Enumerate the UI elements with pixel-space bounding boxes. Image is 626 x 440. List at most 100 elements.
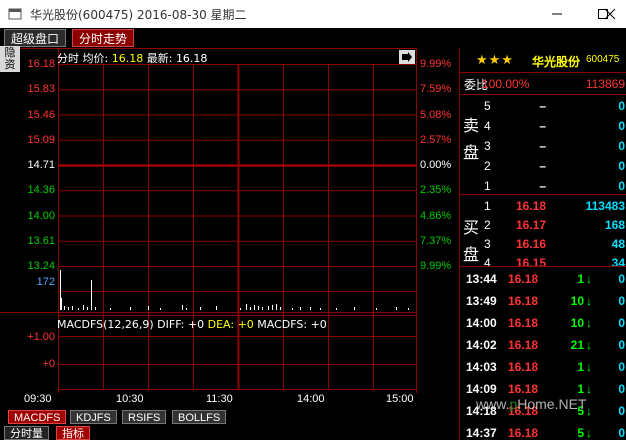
latest-price-label: 最新: — [146, 52, 173, 65]
latest-price-value: 16.18 — [175, 52, 208, 65]
trade-tick-row[interactable]: 14:03 16.18 1 ↓ 0 — [460, 356, 626, 378]
tick-time: 14:02 — [466, 338, 497, 352]
tab-timeshare-trend[interactable]: 分时走势 — [72, 29, 135, 47]
down-arrow-icon: ↓ — [586, 426, 592, 440]
percent-axis-label: 9.99% — [420, 58, 452, 70]
tick-count: 0 — [618, 426, 625, 440]
order-volume: 0 — [618, 139, 625, 153]
sell-order-row[interactable]: 3 – 0 — [460, 136, 626, 156]
percent-axis-label: 4.86% — [420, 209, 452, 222]
order-level: 1 — [484, 179, 491, 193]
tick-count: 0 — [618, 360, 625, 374]
macd-y-label-0: +0 — [42, 358, 55, 370]
order-book-panel: ★★★ 华光股份 600475 委比 100.00% 113869 卖 盘 5–… — [459, 48, 626, 440]
tab-kdjfs[interactable]: KDJFS — [70, 410, 117, 424]
price-axis-label: 13.24 — [27, 260, 55, 272]
trade-tick-row[interactable]: 14:00 16.18 10 ↓ 0 — [460, 312, 626, 334]
macd-y-label-1: +1.00 — [27, 331, 55, 343]
minimize-button[interactable] — [534, 0, 580, 28]
chart-mode-label: 分时 — [57, 52, 79, 65]
tab-macdfs[interactable]: MACDFS — [8, 410, 67, 424]
order-level: 3 — [484, 237, 491, 251]
tick-price: 16.18 — [508, 382, 539, 396]
window-title: 华光股份(600475) 2016-08-30 星期二 — [30, 8, 247, 22]
tick-volume: 5 — [577, 426, 584, 440]
trade-tick-row[interactable]: 14:02 16.18 21 ↓ 0 — [460, 334, 626, 356]
tick-price: 16.18 — [508, 426, 539, 440]
stock-header: ★★★ 华光股份 600475 — [460, 48, 626, 72]
tick-count: 0 — [618, 316, 625, 330]
close-icon — [604, 8, 616, 20]
sell-order-row[interactable]: 4 – 0 — [460, 116, 626, 136]
trade-tick-row[interactable]: 13:49 16.18 10 ↓ 0 — [460, 290, 626, 312]
tick-count: 0 — [618, 338, 625, 352]
percent-axis-label: 9.99% — [420, 260, 452, 272]
timeshare-chart[interactable] — [0, 48, 459, 410]
order-level: 5 — [484, 99, 491, 113]
order-level: 3 — [484, 139, 491, 153]
price-axis-label: 15.09 — [27, 133, 55, 146]
down-arrow-icon: ↓ — [586, 294, 592, 308]
order-volume: 113483 — [585, 199, 625, 213]
tab-timeshare-volume[interactable]: 分时量 — [4, 426, 49, 440]
price-axis-label: 15.83 — [27, 83, 55, 96]
tick-count: 0 — [618, 382, 625, 396]
tick-volume: 1 — [577, 272, 584, 286]
tick-price: 16.18 — [508, 360, 539, 374]
macd-diff: DIFF: +0 — [157, 318, 205, 331]
tick-time: 13:49 — [466, 294, 497, 308]
avg-price-value: 16.18 — [111, 52, 144, 65]
tick-time: 13:44 — [466, 272, 497, 286]
order-volume: 168 — [604, 218, 625, 232]
tick-time: 14:00 — [466, 316, 497, 330]
top-tab-bar: 超级盘口 分时走势 — [0, 28, 626, 48]
sell-order-row[interactable]: 1 – 0 — [460, 176, 626, 196]
tick-count: 0 — [618, 272, 625, 286]
percent-axis-label: 7.37% — [420, 234, 452, 247]
tick-price: 16.18 — [508, 338, 539, 352]
sell-order-row[interactable]: 5 – 0 — [460, 96, 626, 116]
time-label: 14:00 — [297, 393, 325, 405]
tab-rsifs[interactable]: RSIFS — [122, 410, 167, 424]
order-level: 2 — [484, 159, 491, 173]
tick-time: 14:09 — [466, 382, 497, 396]
order-price: 16.16 — [515, 237, 546, 251]
tab-bollfs[interactable]: BOLLFS — [172, 410, 227, 424]
tick-volume: 21 — [570, 338, 584, 352]
order-price: – — [539, 179, 546, 193]
price-axis-label: 16.18 — [27, 58, 55, 70]
trade-tick-row[interactable]: 13:44 16.18 1 ↓ 0 — [460, 268, 626, 290]
trade-tick-row[interactable]: 14:37 16.18 5 ↓ 0 — [460, 422, 626, 440]
tick-volume: 10 — [570, 316, 584, 330]
order-price: – — [539, 139, 546, 153]
minimize-icon — [552, 13, 562, 15]
buy-order-row[interactable]: 3 16.16 48 — [460, 234, 626, 254]
weibi-ratio: 100.00% — [482, 77, 530, 91]
down-arrow-icon: ↓ — [586, 338, 592, 352]
sell-order-row[interactable]: 2 – 0 — [460, 156, 626, 176]
price-axis-label: 13.61 — [27, 234, 55, 247]
indicator-tab-bar: MACDFS KDJFS RSIFS BOLLFS — [0, 410, 460, 424]
volume-max-label: 172 — [36, 276, 55, 288]
order-level: 4 — [484, 119, 491, 133]
avg-price-label: 均价: — [82, 52, 109, 65]
percent-axis-label: 0.00% — [420, 159, 452, 171]
buy-order-row[interactable]: 1 16.18 113483 — [460, 196, 626, 216]
order-volume: 0 — [618, 119, 625, 133]
buy-order-row[interactable]: 2 16.17 168 — [460, 215, 626, 235]
percent-axis-label: 2.57% — [420, 133, 452, 146]
order-volume: 0 — [618, 99, 625, 113]
title-bar: 华光股份(600475) 2016-08-30 星期二 — [0, 0, 626, 28]
order-price: – — [539, 119, 546, 133]
stock-name: 华光股份 — [532, 55, 581, 69]
tab-indicator[interactable]: 指标 — [56, 426, 90, 440]
tick-price: 16.18 — [508, 272, 539, 286]
percent-axis-label: 5.08% — [420, 108, 452, 121]
weibi-row: 委比 100.00% 113869 — [460, 74, 626, 94]
close-button[interactable] — [594, 0, 626, 28]
tab-super-panel[interactable]: 超级盘口 — [4, 29, 67, 47]
tick-time: 14:37 — [466, 426, 497, 440]
time-label: 15:00 — [386, 393, 414, 405]
expand-button[interactable] — [399, 50, 415, 64]
price-axis-label: 14.36 — [27, 184, 55, 197]
